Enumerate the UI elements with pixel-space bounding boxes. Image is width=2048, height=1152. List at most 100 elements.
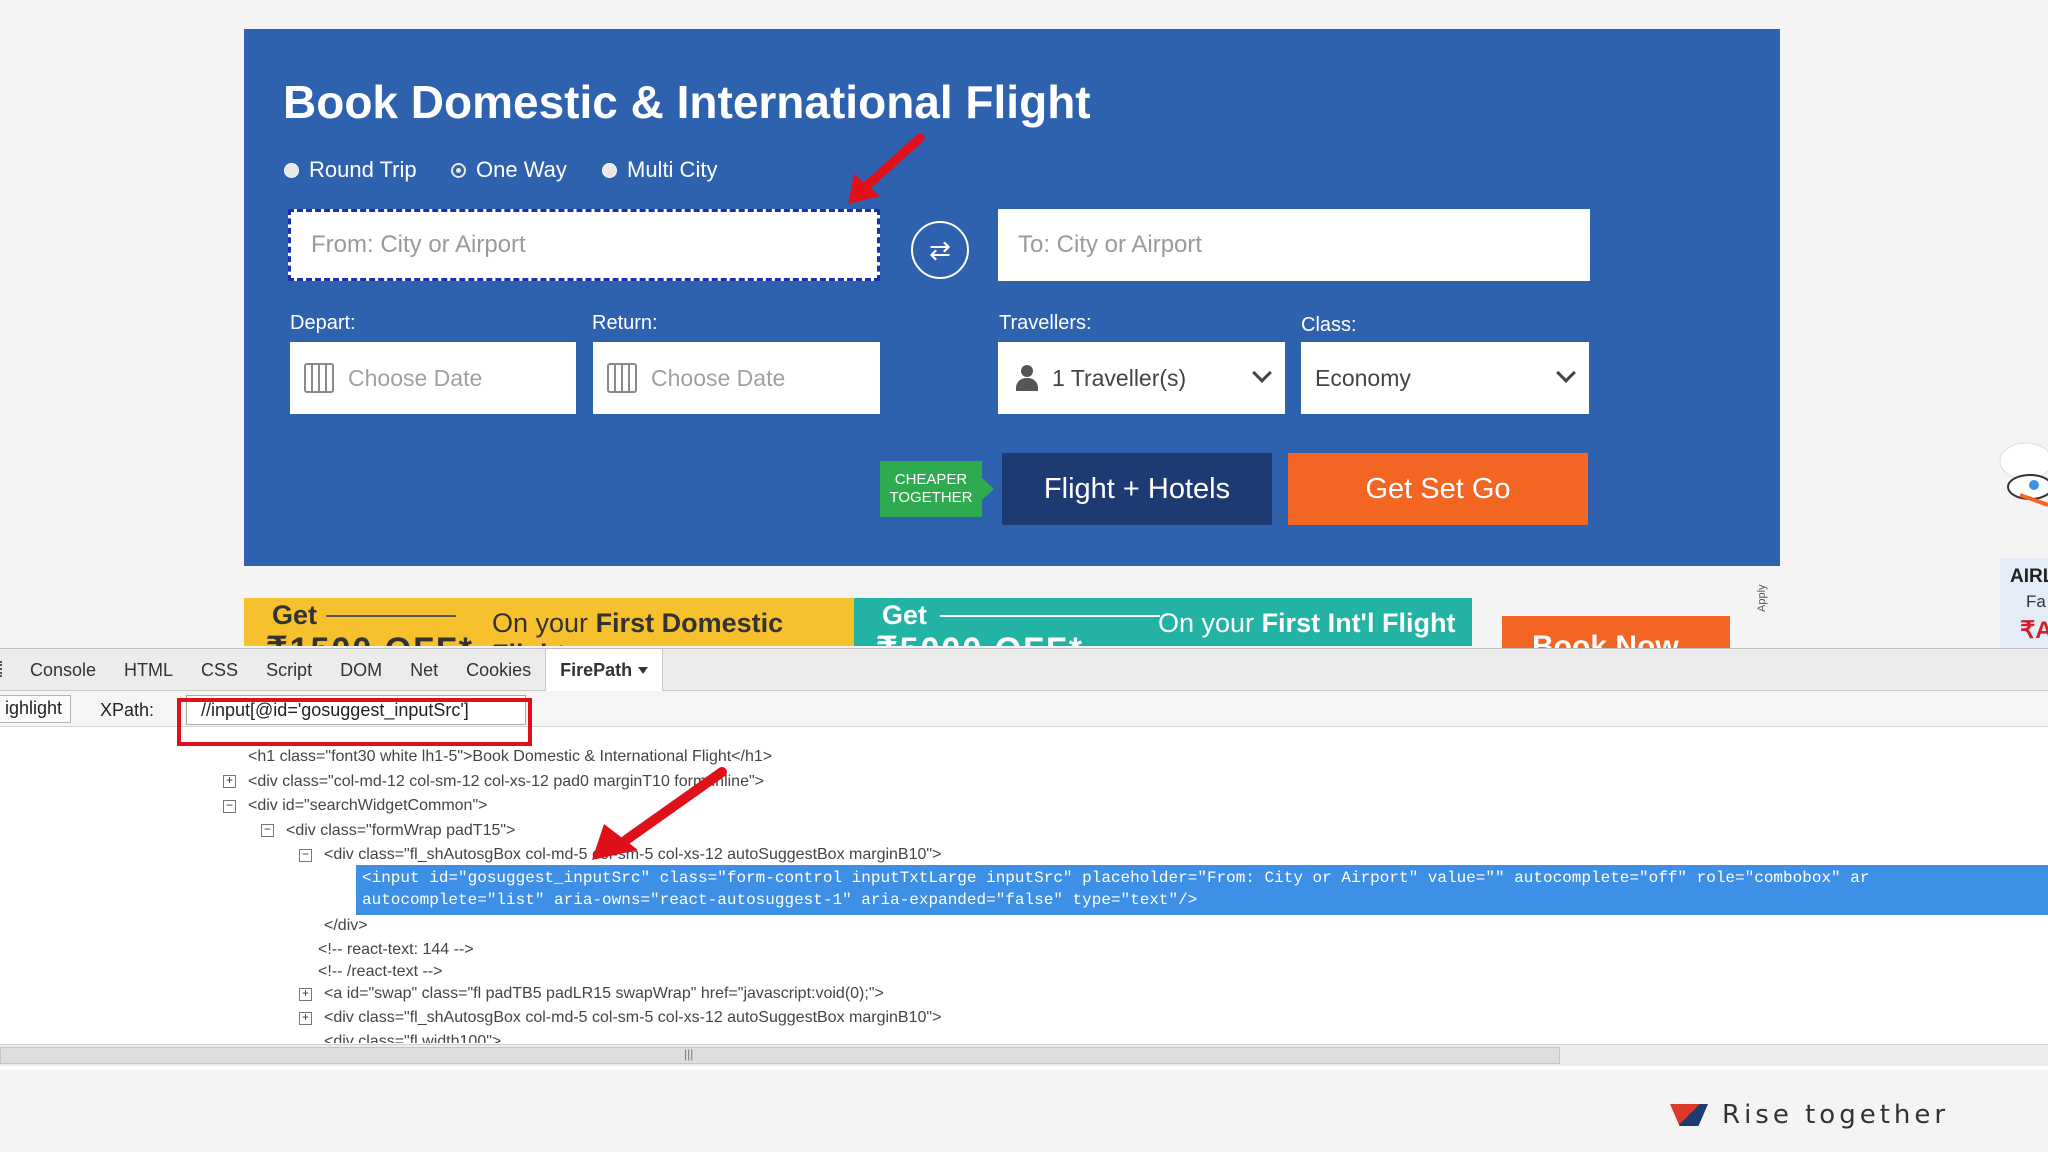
selected-line-2: autocomplete="list" aria-owns="react-aut… [362,891,1198,909]
chevron-down-icon [1556,363,1576,383]
tab-console[interactable]: Console [0,649,110,691]
domestic-on-text: On your [492,608,589,638]
footer-brand: Rise together [1670,1100,1949,1130]
trip-one-way[interactable]: One Way [451,157,567,183]
intl-amount: ₹5000 OFF* [876,630,1084,646]
round-trip-radio[interactable] [284,162,299,178]
class-value: Economy [1315,364,1411,391]
expand-toggle-icon[interactable]: + [223,775,236,788]
expand-toggle-icon[interactable]: + [299,1012,312,1025]
swap-icon: ⇄ [929,234,951,265]
tab-firepath-label: FirePath [560,659,633,680]
class-label: Class: [1301,314,1357,336]
intl-on-text: On your [1158,608,1255,638]
collapse-toggle-icon[interactable]: − [261,824,274,837]
xpath-input[interactable] [186,695,526,725]
one-way-radio[interactable] [451,162,466,178]
intl-get-text: Get [882,600,928,630]
code-line[interactable]: <div class="col-md-12 col-sm-12 col-xs-1… [248,771,764,793]
selected-node[interactable]: <input id="gosuggest_inputSrc" class="fo… [356,865,2048,915]
side-ad-sub: Fa [2026,592,2046,611]
calendar-icon [607,363,637,393]
devtools-tab-bar: Console HTML CSS Script DOM Net Cookies … [0,648,2048,691]
travellers-select[interactable]: 1 Traveller(s) [998,342,1285,414]
side-ad[interactable]: AIRL Fa ₹A [2000,558,2048,648]
dropdown-caret-icon [638,667,649,675]
class-select[interactable]: Economy [1301,342,1589,414]
return-date-field[interactable]: Choose Date [593,342,880,414]
drag-grip-icon[interactable] [0,661,4,677]
collapse-toggle-icon[interactable]: − [299,849,312,862]
brand-tagline: Rise together [1722,1100,1950,1130]
scroll-grip-icon: ||| [684,1047,694,1061]
book-now-button[interactable]: Book Now [1502,616,1730,652]
code-line[interactable]: <div class="fl width100"> [324,1029,501,1043]
xpath-toolbar: ighlight XPath: [0,691,2048,727]
tab-cookies[interactable]: Cookies [452,649,545,691]
multi-city-label: Multi City [627,157,718,182]
international-offer-banner[interactable]: Get ₹5000 OFF* On your First Int'l Fligh… [854,598,1472,646]
horizontal-scrollbar[interactable]: ||| [0,1044,2048,1066]
calendar-icon [304,363,334,393]
side-ad-title: AIRL [2010,566,2048,587]
swap-button[interactable]: ⇄ [911,221,969,279]
from-city-input[interactable] [288,209,880,281]
cheaper-line1: CHEAPER [894,471,968,488]
chevron-down-icon [1252,363,1272,383]
depart-label: Depart: [290,312,356,334]
flight-hotels-button[interactable]: Flight + Hotels [1002,453,1272,525]
scrollbar-thumb[interactable] [0,1047,1560,1064]
travellers-label: Travellers: [999,312,1092,334]
trip-round-trip[interactable]: Round Trip [284,157,417,183]
tab-firepath[interactable]: FirePath [545,648,664,691]
depart-date-placeholder: Choose Date [348,364,483,391]
brand-logo-icon [1670,1104,1708,1126]
widget-title: Book Domestic & International Flight [283,76,1091,128]
divider-line [326,615,456,617]
code-line[interactable]: <h1 class="font30 white lh1-5">Book Dome… [248,746,772,768]
get-set-go-button[interactable]: Get Set Go [1288,453,1588,525]
collapse-toggle-icon[interactable]: − [223,800,236,813]
intl-offer-text: On your First Int'l Flight [1158,608,1455,639]
intl-strong-text: First Int'l Flight [1261,608,1456,638]
cheaper-together-badge: CHEAPER TOGETHER [880,461,994,517]
screen: Book Domestic & International Flight Rou… [0,0,2048,1152]
code-line[interactable]: <div class="formWrap padT15"> [286,820,515,842]
one-way-label: One Way [476,157,567,182]
highlight-button[interactable]: ighlight [0,695,72,723]
round-trip-label: Round Trip [309,157,417,182]
mascot-plane-icon [1999,442,2048,507]
code-line[interactable]: <div class="fl_shAutosgBox col-md-5 col-… [324,1007,941,1029]
code-line[interactable]: <div class="fl_shAutosgBox col-md-5 col-… [324,844,941,866]
return-label: Return: [592,312,658,334]
xpath-label: XPath: [100,700,155,720]
side-ad-price: ₹A [2020,617,2048,644]
tab-css[interactable]: CSS [187,649,252,691]
domestic-offer-banner[interactable]: Get ₹1500 OFF* On your First Domestic Fl… [244,598,854,646]
code-line[interactable]: </div> [324,915,368,937]
code-comment: <!-- react-text: 144 --> [318,941,474,958]
divider-line [940,615,1160,617]
domestic-get-text: Get [272,600,318,630]
tab-html[interactable]: HTML [110,649,187,691]
expand-toggle-icon[interactable]: + [299,988,312,1001]
domestic-offer-text: On your First Domestic Flight [492,608,854,646]
code-line[interactable]: <div id="searchWidgetCommon"> [248,795,487,817]
code-comment: <!-- /react-text --> [318,963,443,980]
domestic-amount: ₹1500 OFF* [266,630,474,646]
tab-dom[interactable]: DOM [326,649,396,691]
tab-script[interactable]: Script [252,649,326,691]
travellers-value: 1 Traveller(s) [1052,364,1187,391]
code-line[interactable]: <a id="swap" class="fl padTB5 padLR15 sw… [324,983,884,1005]
trip-multi-city[interactable]: Multi City [602,157,717,183]
tab-net[interactable]: Net [396,649,452,691]
multi-city-radio[interactable] [602,162,617,178]
return-date-placeholder: Choose Date [651,364,786,391]
cheaper-line2: TOGETHER [889,489,973,506]
selected-line-1: <input id="gosuggest_inputSrc" class="fo… [362,869,1870,887]
person-icon [1016,365,1038,391]
depart-date-field[interactable]: Choose Date [290,342,576,414]
apply-note: Apply [1756,584,1768,612]
to-city-input[interactable] [998,209,1590,281]
flight-search-widget: Book Domestic & International Flight Rou… [244,29,1780,566]
